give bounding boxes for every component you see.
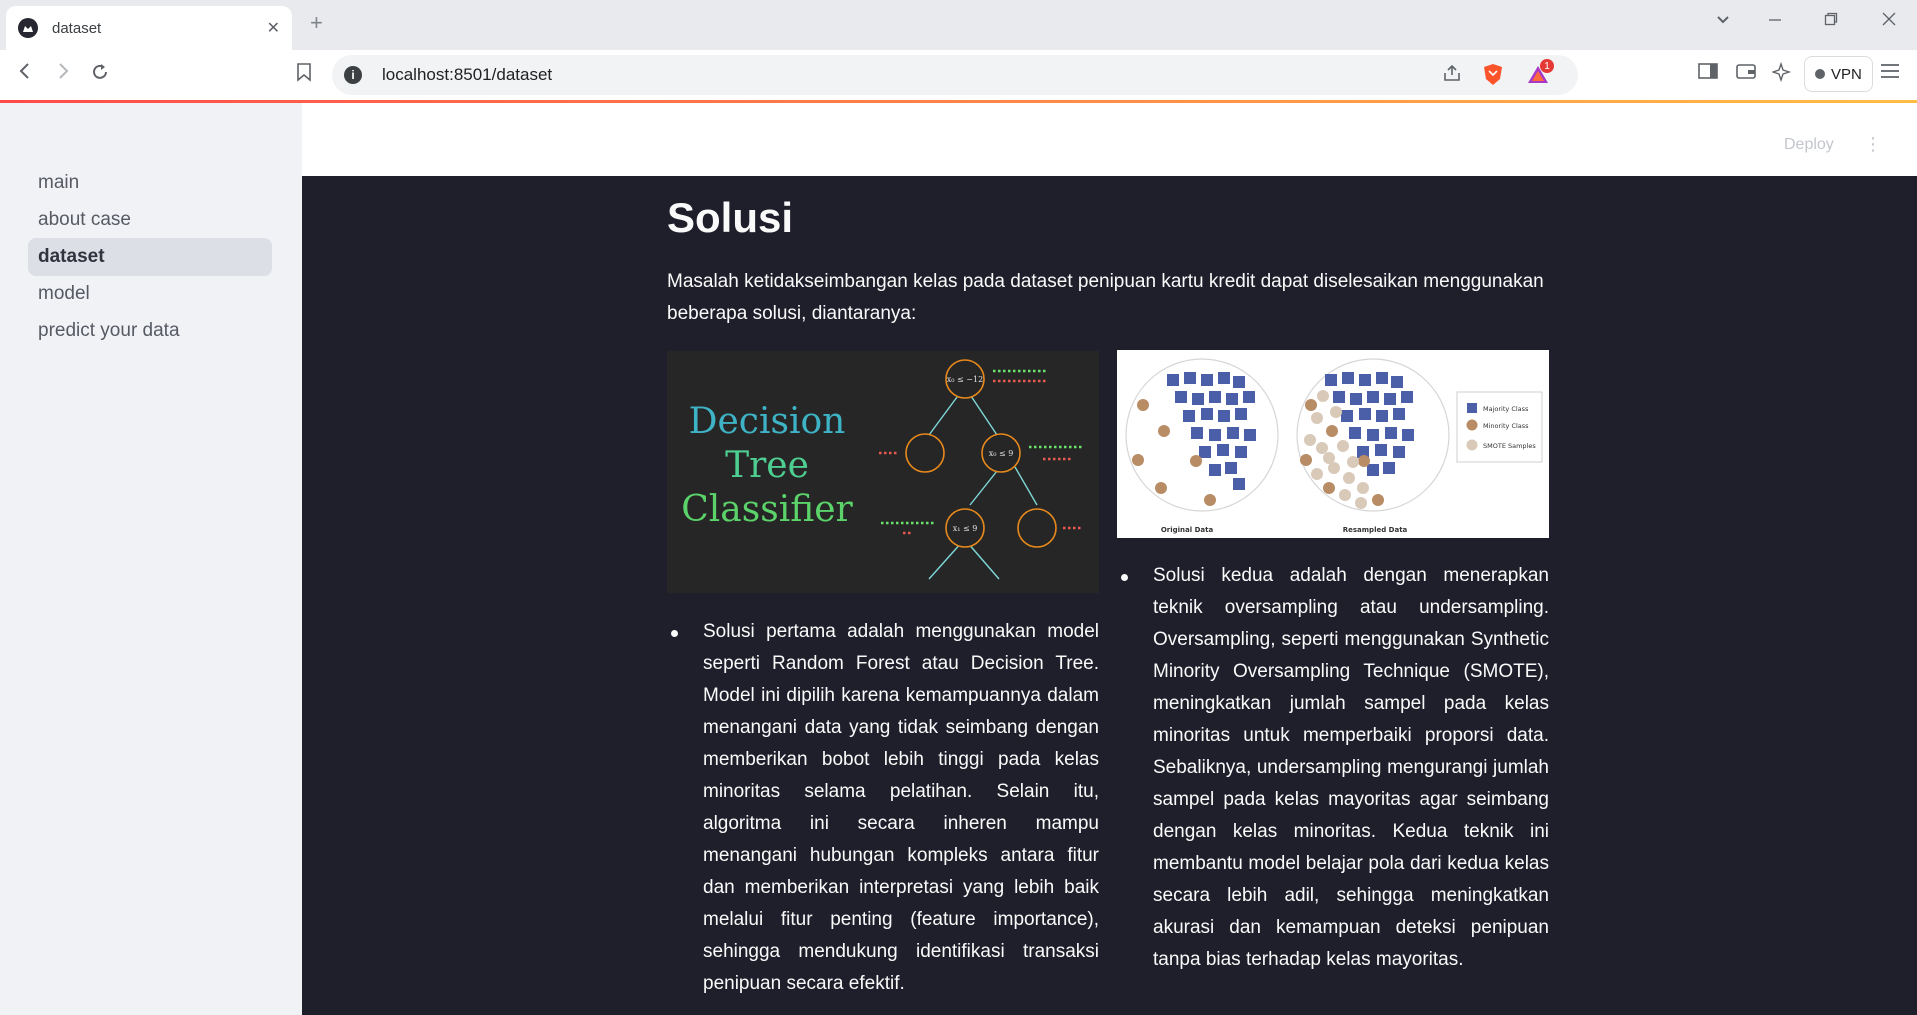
sidebar-item-predict-your-data[interactable]: predict your data — [28, 312, 272, 350]
url-text: localhost:8501/dataset — [382, 65, 553, 84]
brave-shield-icon[interactable] — [1482, 63, 1504, 92]
sidebar-item-dataset[interactable]: dataset — [28, 238, 272, 276]
solution-1-text: Solusi pertama adalah menggunakan model … — [703, 621, 1099, 994]
intro-paragraph: Masalah ketidakseimbangan kelas pada dat… — [667, 271, 1544, 324]
reload-icon[interactable] — [90, 62, 110, 88]
node-label-left: x₁ ≤ 9 — [953, 524, 978, 533]
sidebar: main about case dataset model predict yo… — [0, 103, 302, 1015]
caption-resampled-data: Resampled Data — [1343, 526, 1408, 534]
bookmark-icon[interactable] — [296, 62, 312, 88]
browser-tab[interactable]: dataset ✕ — [6, 6, 292, 50]
bullet-icon — [671, 630, 678, 637]
vpn-button[interactable]: VPN — [1804, 56, 1873, 92]
restore-icon[interactable] — [1824, 12, 1838, 31]
browser-tab-bar: dataset ✕ + — [0, 0, 1917, 50]
page-title: Solusi — [667, 194, 794, 241]
app-header — [302, 103, 1917, 176]
new-tab-button[interactable]: + — [310, 10, 323, 36]
site-info-icon[interactable]: i — [344, 66, 362, 84]
tab-title: dataset — [52, 19, 102, 37]
wallet-icon[interactable] — [1736, 62, 1756, 86]
image-title-line-1: Decision — [689, 401, 846, 442]
sidebar-item-model[interactable]: model — [28, 275, 272, 313]
streamlit-favicon-icon — [18, 18, 38, 38]
legend-smote: SMOTE Samples — [1483, 442, 1536, 450]
back-icon[interactable] — [16, 62, 34, 86]
solution-2-text: Solusi kedua adalah dengan menerapkan te… — [1153, 565, 1549, 970]
tab-search-icon[interactable] — [1716, 12, 1730, 30]
image-title-line-3: Classifier — [681, 489, 853, 530]
bullet-icon — [1121, 574, 1128, 581]
forward-icon[interactable] — [54, 62, 72, 86]
deploy-button[interactable]: Deploy — [1784, 136, 1834, 154]
minimize-icon[interactable] — [1768, 12, 1782, 31]
vpn-status-icon — [1815, 69, 1825, 79]
legend-minority: Minority Class — [1483, 422, 1529, 430]
sidebar-item-main[interactable]: main — [28, 164, 272, 202]
image-title-line-2: Tree — [725, 445, 809, 486]
caption-original-data: Original Data — [1161, 526, 1214, 534]
sidebar-toggle-icon[interactable] — [1698, 62, 1718, 86]
close-tab-icon[interactable]: ✕ — [267, 18, 280, 38]
rewards-badge: 1 — [1540, 59, 1554, 73]
main-content: Solusi Masalah ketidakseimbangan kelas p… — [302, 176, 1917, 1015]
share-icon[interactable] — [1442, 63, 1462, 88]
smote-resampling-image: Original Data Resampled Data Majority Cl… — [1117, 350, 1549, 538]
leo-ai-icon[interactable] — [1770, 61, 1792, 88]
browser-toolbar: i localhost:8501/dataset 1 VPN — [0, 50, 1917, 100]
node-label-root: x₀ ≤ −12 — [947, 375, 983, 384]
main-menu-icon[interactable]: ⋮ — [1864, 134, 1882, 155]
node-label-right: x₀ ≤ 9 — [989, 449, 1014, 458]
legend-majority: Majority Class — [1483, 405, 1529, 413]
vpn-label: VPN — [1831, 65, 1862, 83]
address-bar[interactable]: i localhost:8501/dataset 1 — [332, 55, 1578, 95]
sidebar-item-about-case[interactable]: about case — [28, 201, 272, 239]
menu-icon[interactable] — [1880, 62, 1900, 86]
close-window-icon[interactable] — [1882, 12, 1896, 31]
decision-tree-image: Decision Tree Classifier x₀ ≤ −12 x₀ ≤ 9… — [667, 351, 1099, 593]
